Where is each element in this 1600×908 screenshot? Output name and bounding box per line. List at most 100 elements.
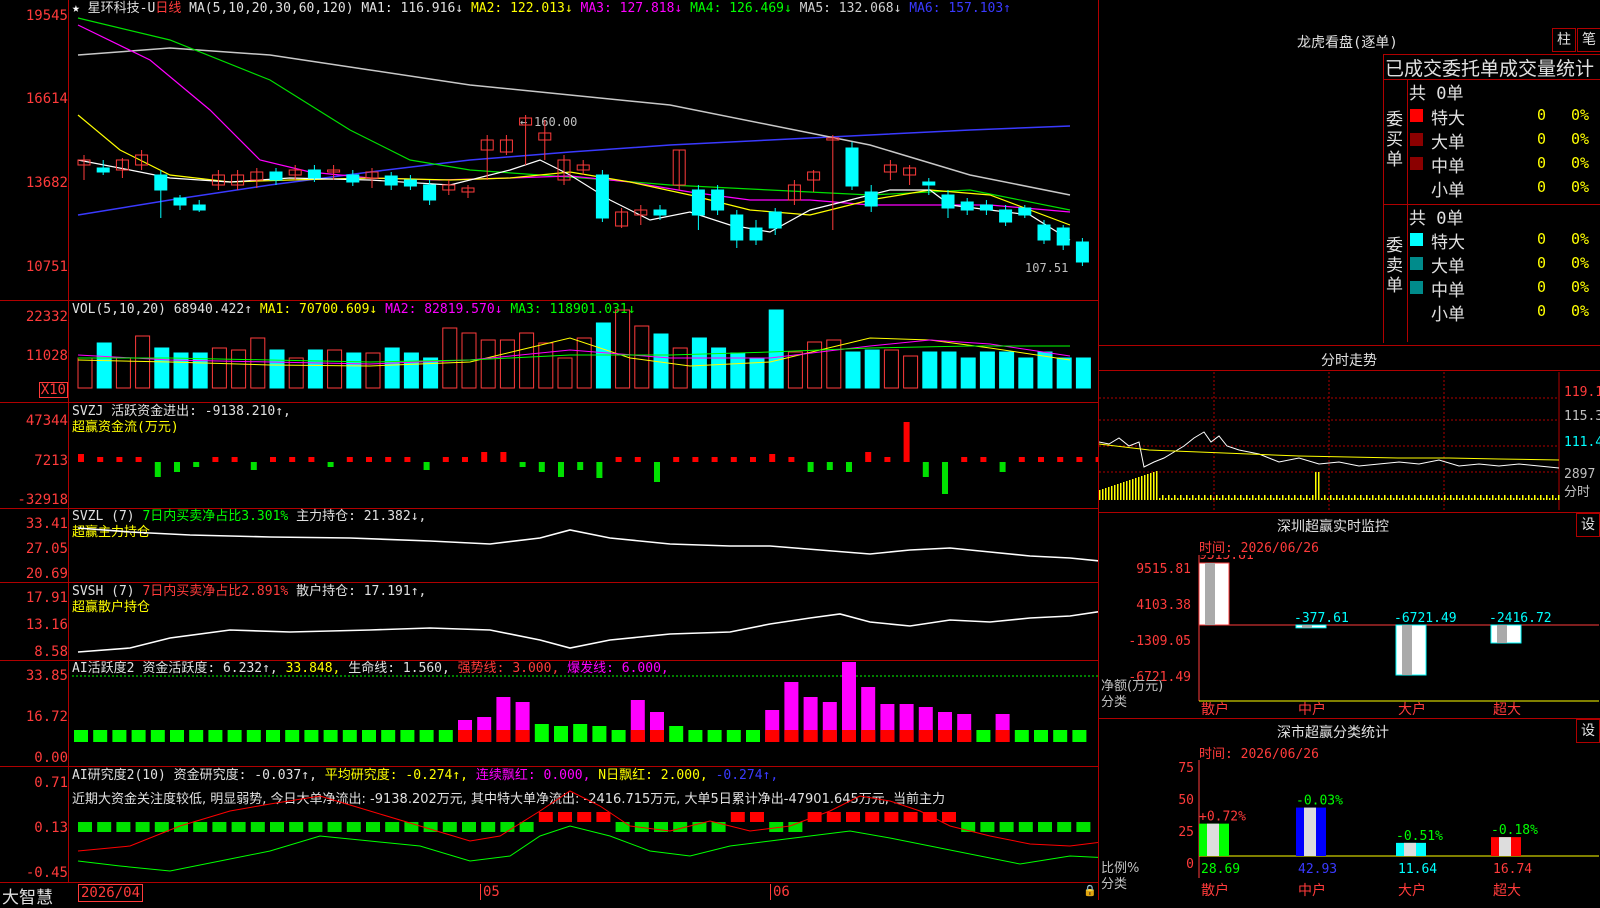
research-bar [462, 822, 476, 832]
sell-color-swatch [1410, 257, 1423, 270]
sz-monitor-title: 深圳超赢实时监控 [1277, 519, 1389, 535]
intraday-volume-bar [1531, 498, 1533, 500]
vol-tick-label: 11028 [25, 348, 68, 364]
air-tick-label: 0.13 [34, 820, 68, 836]
intraday-volume-bar [1504, 495, 1506, 500]
fund-flow-bar [999, 462, 1006, 472]
sz-class-settings-button[interactable]: 设 [1576, 719, 1600, 743]
candle-body [346, 174, 360, 183]
intraday-volume-bar [1318, 472, 1320, 500]
research-bar [385, 822, 400, 832]
fund-flow-bar [404, 457, 411, 462]
volume-bar [403, 352, 419, 389]
buy-row-pct: 0% [1571, 106, 1590, 124]
svsh-chart[interactable] [70, 582, 1098, 660]
chart-area[interactable]: 19545 16614 13682 10751 22332 11028 X10 … [0, 0, 1099, 908]
fund-flow-bar [116, 457, 123, 462]
volume-bar [115, 357, 131, 389]
intraday-volume-bar [1123, 482, 1125, 500]
sz-class-bar [1396, 842, 1426, 856]
sz-class-ylabel: 比例% [1101, 861, 1139, 876]
svzl-tick-label: 27.05 [25, 541, 68, 557]
volume-bar [1018, 357, 1034, 389]
intraday-volume-bar [1183, 498, 1185, 500]
sz-class-value: 16.74 [1493, 862, 1532, 877]
sz-monitor-chart[interactable]: 9515.81 4103.38 -1309.05 -6721.49 9515.81 散户 -… [1099, 555, 1600, 715]
fund-flow-bar [577, 462, 584, 470]
ai-chart[interactable] [70, 660, 1098, 766]
intraday-volume-bar [1456, 495, 1458, 500]
air-chart[interactable] [70, 766, 1098, 882]
fund-flow-bar [442, 457, 449, 462]
intraday-volume-bar [1450, 495, 1452, 500]
intraday-volume-bar [1537, 498, 1539, 500]
research-bar [366, 822, 380, 832]
intraday-volume-bar [1390, 495, 1392, 500]
intraday-volume-bar [1282, 495, 1284, 500]
sz-class-tick: 75 [1178, 761, 1194, 776]
activity-bar [246, 730, 261, 742]
fund-flow-bar [788, 457, 795, 462]
intraday-volume-bar [1195, 498, 1197, 500]
volume-chart[interactable] [70, 300, 1098, 402]
fund-flow-bar [154, 462, 161, 477]
sell-row-count: 0 [1537, 230, 1547, 248]
intraday-chart[interactable]: 119.1 115.3 111.4 2897 分时 [1099, 372, 1600, 510]
activity-bar-base [496, 730, 511, 742]
volume-bar [154, 347, 170, 389]
volume-bar [211, 347, 227, 389]
sz-class-bar [1199, 823, 1229, 856]
intraday-volume-bar [1510, 495, 1512, 500]
candle-body [423, 184, 437, 201]
candlestick-chart[interactable]: ← 160.00 107.51 [70, 0, 1098, 300]
tab-tick-mode[interactable]: 笔 [1577, 28, 1600, 52]
buy-row-name: 小单 [1431, 181, 1465, 201]
intraday-volume-bar [1330, 495, 1332, 500]
svzj-chart[interactable] [70, 402, 1098, 508]
research-bar [270, 822, 284, 832]
intraday-tick: 2897 [1564, 467, 1595, 482]
volume-bar [941, 351, 957, 389]
intraday-volume-bar [1162, 495, 1164, 500]
volume-bar [365, 352, 381, 389]
intraday-volume-bar [1426, 495, 1428, 500]
activity-bar [976, 730, 991, 742]
activity-bar [362, 730, 376, 742]
sz-class-bar [1491, 837, 1521, 856]
volume-bar [634, 325, 650, 389]
dragon-title: 龙虎看盘(逐单) [1297, 35, 1398, 51]
research-bar [1076, 822, 1091, 832]
sz-class-value: 28.69 [1201, 862, 1240, 877]
research-bar [308, 822, 323, 832]
research-bar [135, 822, 150, 832]
buy-row-name: 大单 [1431, 133, 1465, 153]
volume-bar [250, 337, 266, 389]
activity-bar [208, 730, 223, 742]
candle-body [768, 211, 782, 229]
tab-bar-mode[interactable]: 柱 [1552, 28, 1576, 52]
sz-class-chart[interactable]: 75 50 25 0 +0.72% 28.69 散户 -0.03% 42.93 中户 -0.51% 1… [1099, 760, 1600, 900]
activity-bar [707, 730, 722, 742]
intraday-volume-bar [1525, 498, 1527, 500]
research-bar [826, 812, 841, 822]
low-price-label: 107.51 [1025, 261, 1068, 275]
sz-monitor-settings-button[interactable]: 设 [1576, 513, 1600, 537]
candle-body [595, 174, 609, 219]
svzl-chart[interactable] [70, 508, 1098, 582]
volume-bar [96, 342, 112, 389]
lock-icon[interactable]: 🔒 [1083, 884, 1097, 897]
buy-row-pct: 0% [1571, 154, 1590, 172]
activity-bar [93, 730, 108, 742]
candle-body [979, 204, 993, 211]
buy-row-count: 0 [1537, 154, 1547, 172]
fund-flow-bar [97, 457, 104, 462]
intraday-volume-bar [1498, 495, 1500, 500]
fund-flow-bar [174, 462, 180, 472]
buy-color-swatch [1410, 133, 1423, 146]
intraday-volume-bar [1417, 498, 1419, 500]
buy-row-pct: 0% [1571, 178, 1590, 196]
activity-bar [611, 730, 626, 742]
fund-flow-bar [673, 457, 680, 462]
fund-flow-bar [500, 452, 507, 462]
intraday-volume-bar [1303, 498, 1305, 500]
